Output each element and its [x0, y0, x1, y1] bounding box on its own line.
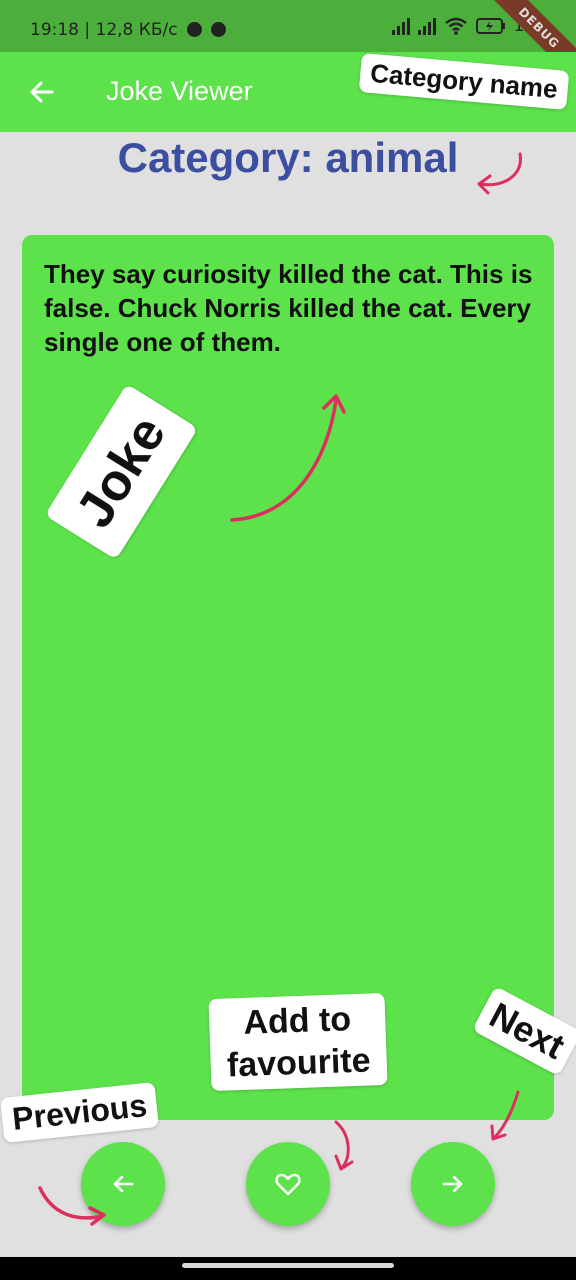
annotation-arrow	[230, 394, 346, 522]
navigation-bar	[0, 1257, 576, 1280]
annotation-line: Add to	[242, 1000, 352, 1042]
annotation-arrow	[38, 1186, 106, 1226]
arrow-right-icon	[442, 1175, 463, 1193]
back-button[interactable]	[24, 74, 60, 110]
home-indicator[interactable]	[182, 1263, 394, 1268]
signal-icon	[391, 17, 410, 35]
notification-icon	[187, 22, 202, 37]
annotation-line: favourite	[226, 1041, 372, 1085]
signal-icon	[417, 17, 436, 35]
status-bar: 19:18 | 12,8 КБ/с 100	[0, 0, 576, 52]
joke-card: They say curiosity killed the cat. This …	[22, 235, 554, 1120]
heart-outline-icon	[275, 1173, 301, 1196]
arrow-left-icon	[30, 81, 54, 103]
app-bar-title: Joke Viewer	[106, 76, 253, 106]
annotation-arrow	[490, 1090, 520, 1141]
wifi-icon	[444, 17, 467, 35]
status-time-text: 19:18 | 12,8 КБ/с	[30, 20, 178, 40]
annotation-arrow	[334, 1120, 354, 1171]
battery-icon	[475, 18, 505, 34]
arrow-left-icon	[113, 1175, 134, 1193]
annotation-arrow	[477, 152, 522, 195]
favourite-button[interactable]	[246, 1142, 330, 1226]
status-time: 19:18 | 12,8 КБ/с	[30, 20, 227, 40]
annotation-add-to-favourite: Add to favourite	[208, 992, 388, 1092]
notification-icon	[211, 22, 227, 37]
next-button[interactable]	[411, 1142, 495, 1226]
joke-text: They say curiosity killed the cat. This …	[44, 259, 533, 357]
